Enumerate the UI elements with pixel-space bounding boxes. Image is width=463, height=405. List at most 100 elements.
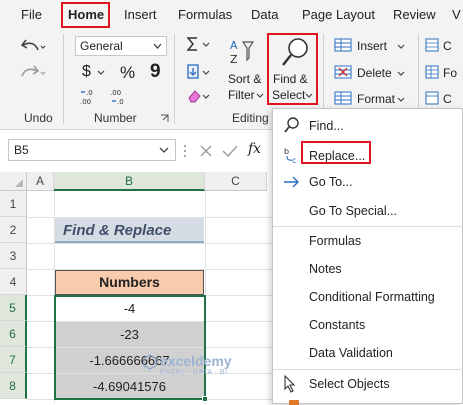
gridline (27, 243, 272, 244)
group-separator (174, 34, 175, 124)
svg-text:.0: .0 (117, 98, 124, 106)
row-header-6[interactable]: 6 (0, 321, 27, 347)
number-format-value: General (80, 39, 123, 53)
sort-filter-label-2[interactable]: Filter (228, 88, 255, 102)
column-header-a[interactable]: A (27, 172, 54, 191)
selection-range (54, 295, 206, 400)
cells-style-label-3[interactable]: C (443, 92, 452, 106)
column-header-c[interactable]: C (205, 172, 267, 191)
row-header-1[interactable]: 1 (0, 191, 27, 217)
row-header-3[interactable]: 3 (0, 243, 27, 269)
select-all-corner[interactable] (0, 172, 27, 191)
increase-decimal-icon[interactable]: .0 .00 (80, 88, 102, 106)
dialog-launcher-icon[interactable] (160, 114, 169, 123)
insert-cells-label[interactable]: Insert (357, 39, 387, 53)
chevron-down-icon (397, 44, 405, 49)
svg-text:.00: .00 (110, 89, 121, 97)
watermark-text: exceldemy (160, 353, 232, 369)
format-cells-label[interactable]: Format (357, 92, 395, 106)
tab-data[interactable]: Data (251, 7, 278, 22)
currency-button[interactable]: $ (82, 63, 91, 81)
redo-icon[interactable] (20, 62, 46, 82)
cells-style-label-1[interactable]: C (443, 39, 452, 53)
replace-highlight (301, 141, 371, 164)
table-header: Numbers (55, 270, 204, 295)
name-box[interactable]: B5 (8, 139, 176, 161)
sort-filter-icon[interactable]: A Z (229, 38, 259, 70)
cell-styles-icon[interactable] (425, 91, 439, 105)
undo-group-label: Undo (24, 111, 53, 125)
group-separator (63, 34, 64, 124)
percent-button[interactable]: % (120, 63, 135, 83)
menu-item-conditional-formatting[interactable]: Conditional Formatting (309, 290, 435, 304)
name-box-value: B5 (14, 143, 29, 157)
menu-item-constants[interactable]: Constants (309, 318, 365, 332)
menu-item-goto-special[interactable]: Go To Special... (309, 204, 397, 218)
clear-eraser-icon[interactable] (186, 88, 214, 104)
fill-icon[interactable] (186, 64, 214, 80)
cells-style-label-2[interactable]: Fo (443, 66, 457, 80)
tab-file[interactable]: File (21, 7, 42, 22)
watermark-tagline: EXCEL · DATA · BI (160, 369, 228, 376)
chevron-down-icon (153, 43, 162, 49)
select-objects-cursor-icon (284, 375, 296, 393)
svg-text:b: b (284, 147, 289, 156)
fill-handle[interactable] (202, 396, 208, 402)
row-header-5[interactable]: 5 (0, 295, 27, 321)
menu-item-select-objects[interactable]: Select Objects (309, 377, 390, 391)
menu-item-find[interactable]: Find... (309, 119, 344, 133)
svg-text:c: c (292, 156, 296, 165)
drag-handle-icon[interactable] (182, 144, 188, 158)
tab-formulas[interactable]: Formulas (178, 7, 232, 22)
tab-review[interactable]: Review (393, 7, 436, 22)
chevron-down-icon[interactable] (97, 70, 105, 76)
menu-separator (273, 226, 463, 227)
chevron-down-icon (159, 147, 169, 153)
column-header-b[interactable]: B (54, 172, 205, 191)
row-header-4[interactable]: 4 (0, 269, 27, 295)
home-tab-highlight (61, 2, 110, 28)
tab-page-layout[interactable]: Page Layout (302, 7, 375, 22)
menu-item-notes[interactable]: Notes (309, 262, 342, 276)
row-header-2[interactable]: 2 (0, 217, 27, 243)
number-format-dropdown[interactable]: General (75, 36, 167, 56)
tab-insert[interactable]: Insert (124, 7, 157, 22)
autosum-icon[interactable] (186, 36, 214, 52)
delete-cells-label[interactable]: Delete (357, 66, 392, 80)
svg-text:.0: .0 (86, 89, 93, 97)
sort-filter-label[interactable]: Sort & (228, 72, 261, 86)
exceldemy-logo-icon (143, 354, 157, 370)
decrease-decimal-icon[interactable]: .00 .0 (110, 88, 132, 106)
undo-icon[interactable] (20, 36, 46, 56)
row-header-8[interactable]: 8 (0, 373, 27, 399)
insert-cells-icon[interactable] (334, 38, 352, 52)
find-icon (284, 117, 299, 133)
cancel-icon[interactable] (199, 144, 213, 158)
format-cells-icon[interactable] (334, 91, 352, 105)
menu-item-formulas[interactable]: Formulas (309, 234, 361, 248)
tab-view[interactable]: V (452, 7, 461, 22)
svg-text:.00: .00 (80, 98, 91, 106)
styles-icon[interactable] (425, 38, 439, 52)
sheet-title: Find & Replace (55, 218, 204, 243)
number-group-label: Number (94, 111, 137, 125)
find-select-highlight (267, 33, 318, 105)
goto-arrow-icon (284, 176, 299, 188)
selection-pane-icon (289, 400, 299, 405)
menu-separator (273, 369, 463, 370)
comma-style-button[interactable]: 9 (150, 61, 161, 83)
replace-icon: b c (284, 147, 296, 165)
row-header-7[interactable]: 7 (0, 347, 27, 373)
editing-group-label: Editing (232, 111, 269, 125)
chevron-down-icon (397, 97, 405, 102)
menu-item-goto[interactable]: Go To... (309, 175, 353, 189)
chevron-down-icon (397, 71, 405, 76)
delete-cells-icon[interactable] (334, 65, 352, 79)
chevron-down-icon (256, 93, 264, 98)
svg-text:A: A (230, 39, 238, 52)
insert-function-button[interactable]: fx (248, 141, 261, 157)
enter-check-icon[interactable] (222, 144, 238, 158)
format-table-icon[interactable] (425, 65, 439, 79)
svg-text:Z: Z (230, 53, 238, 66)
menu-item-data-validation[interactable]: Data Validation (309, 346, 393, 360)
